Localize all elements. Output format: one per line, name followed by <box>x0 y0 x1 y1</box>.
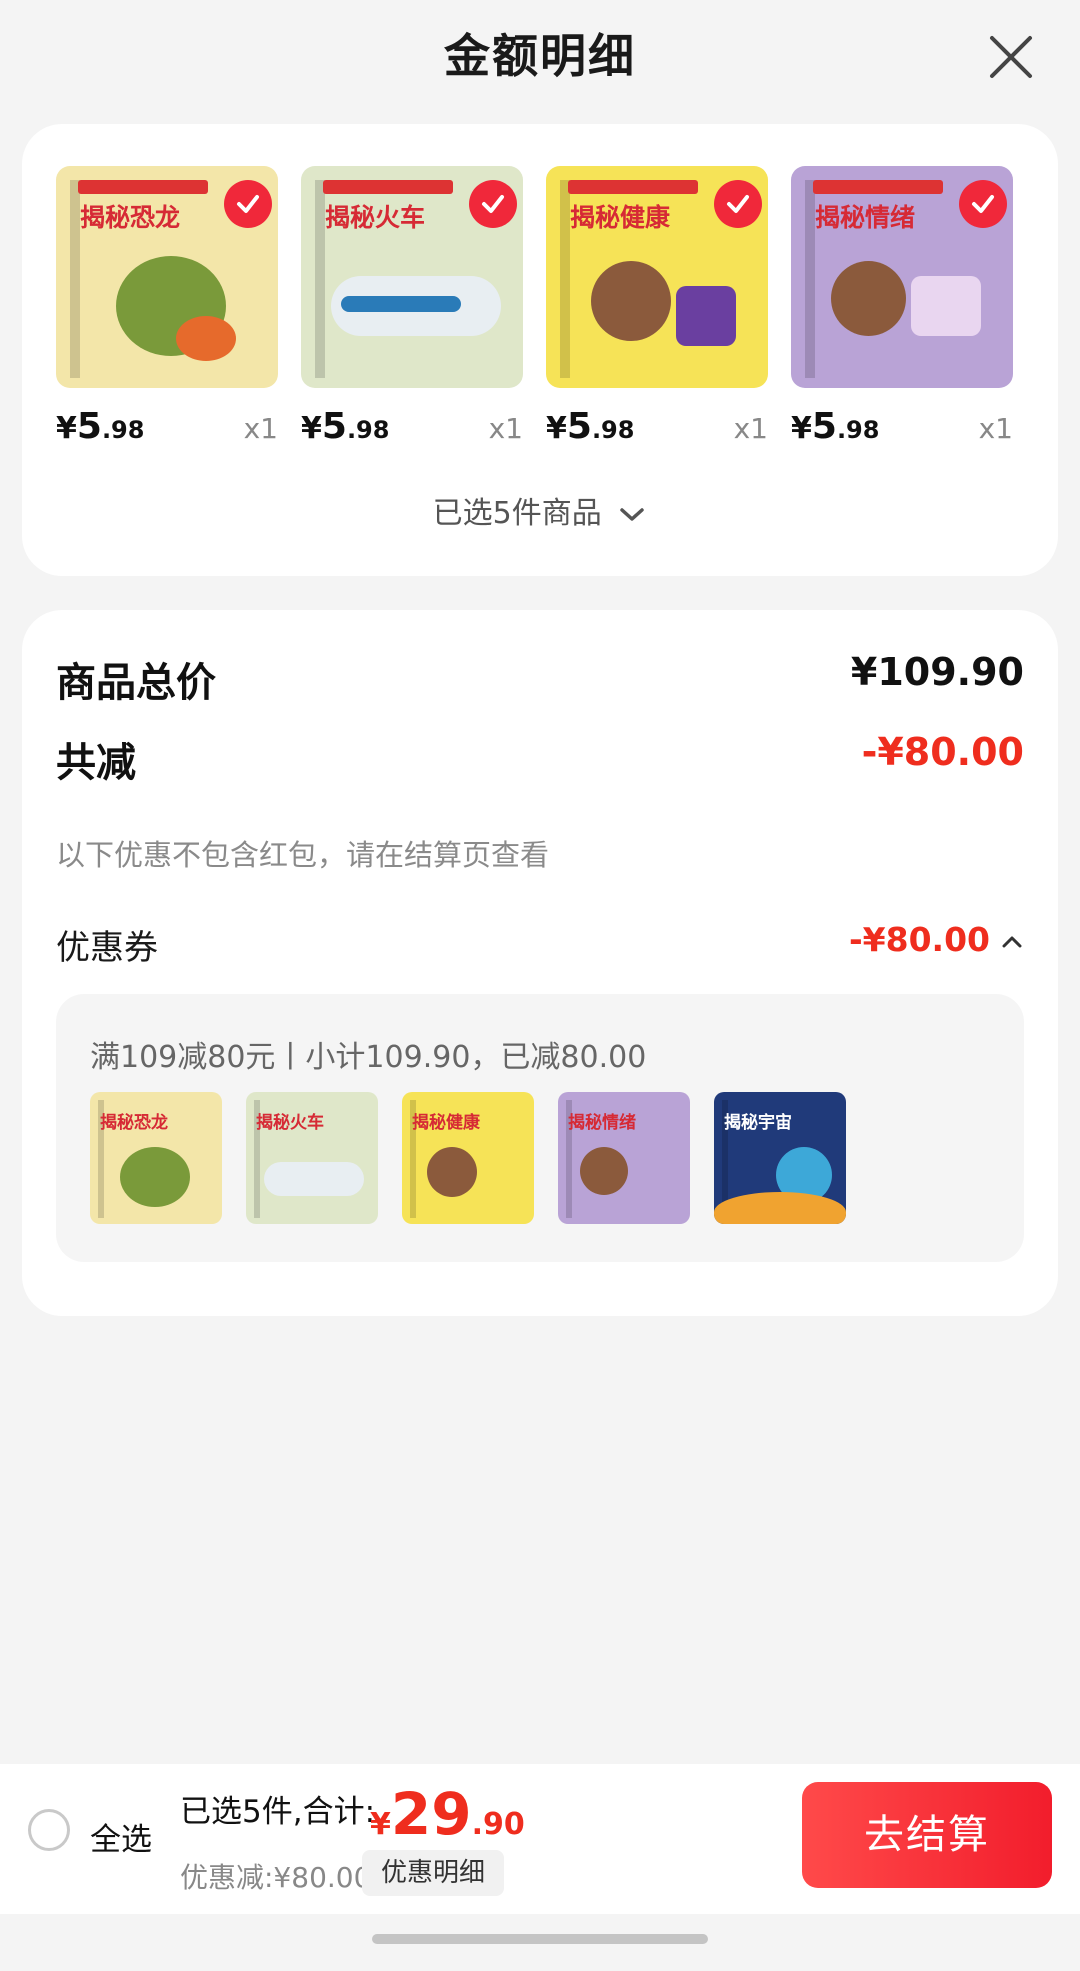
child-illustration <box>427 1147 477 1197</box>
train-illustration <box>264 1162 364 1196</box>
checkout-bar: 全选 已选5件,合计: ¥29.90 优惠减:¥80.00 优惠明细 去结算 <box>0 1764 1080 1914</box>
coupon-detail-panel: 满109减80元丨小计109.90，已减80.00 揭秘恐龙 揭秘火车 揭秘健康… <box>56 994 1024 1262</box>
total-price-label: 商品总价 <box>56 660 216 706</box>
reduce-label: 共减 <box>56 740 136 786</box>
child-illustration <box>591 261 671 341</box>
book-band <box>568 180 698 194</box>
chevron-up-icon[interactable] <box>1000 930 1024 954</box>
coupon-book-thumb: 揭秘情绪 <box>558 1092 690 1224</box>
book-spine <box>560 180 570 378</box>
product-cover: 揭秘情绪 <box>791 166 1013 388</box>
product-qty: x1 <box>733 412 768 445</box>
product-cover-title: 揭秘健康 <box>570 203 671 232</box>
checked-icon[interactable] <box>959 180 1007 228</box>
product-cover-title: 揭秘恐龙 <box>80 203 181 232</box>
total-price-value: ¥109.90 <box>850 650 1024 694</box>
reduce-value: -¥80.00 <box>861 730 1024 774</box>
product-qty: x1 <box>488 412 523 445</box>
selected-count-label: 已选5件商品 <box>432 496 602 531</box>
page-title: 金额明细 <box>444 29 636 83</box>
product-item[interactable]: 揭秘健康 ¥5.98 x1 <box>546 166 768 447</box>
product-item[interactable]: 揭秘恐龙 ¥5.98 x1 <box>56 166 278 447</box>
coupon-book-title: 揭秘恐龙 <box>100 1113 168 1133</box>
book-band <box>78 180 208 194</box>
book-band <box>813 180 943 194</box>
coupon-book-title: 揭秘宇宙 <box>724 1113 792 1133</box>
coupon-book-title: 揭秘火车 <box>256 1113 324 1133</box>
coupon-book-thumb: 揭秘恐龙 <box>90 1092 222 1224</box>
product-cover: 揭秘恐龙 <box>56 166 278 388</box>
discount-amount: 优惠减:¥80.00 <box>180 1861 372 1894</box>
card-illustration <box>676 286 736 346</box>
product-cover-title: 揭秘情绪 <box>815 203 916 232</box>
close-icon[interactable] <box>984 30 1038 84</box>
product-item[interactable]: 揭秘情绪 ¥5.98 x1 <box>791 166 1013 447</box>
product-price: ¥5.98 <box>791 406 880 447</box>
coupon-value[interactable]: -¥80.00 <box>849 920 990 959</box>
child-illustration <box>580 1147 628 1195</box>
book-spine <box>70 180 80 378</box>
discount-detail-button[interactable]: 优惠明细 <box>362 1850 504 1896</box>
coupon-book-title: 揭秘情绪 <box>568 1113 636 1133</box>
product-qty: x1 <box>978 412 1013 445</box>
product-item[interactable]: 揭秘火车 ¥5.98 x1 <box>301 166 523 447</box>
checked-icon[interactable] <box>469 180 517 228</box>
train-illustration <box>341 296 461 312</box>
planet-illustration <box>714 1192 846 1224</box>
product-qty: x1 <box>243 412 278 445</box>
price-summary-card: 商品总价 ¥109.90 共减 -¥80.00 以下优惠不包含红包，请在结算页查… <box>22 610 1058 1316</box>
coupon-book-title: 揭秘健康 <box>412 1113 480 1133</box>
checked-icon[interactable] <box>714 180 762 228</box>
product-price: ¥5.98 <box>546 406 635 447</box>
dinosaur-illustration <box>176 316 236 361</box>
coupon-label: 优惠券 <box>56 928 158 968</box>
select-all-radio[interactable] <box>28 1809 70 1851</box>
product-cover: 揭秘火车 <box>301 166 523 388</box>
coupon-detail-desc: 满109减80元丨小计109.90，已减80.00 <box>90 1040 647 1075</box>
coupon-book-thumb: 揭秘宇宙 <box>714 1092 846 1224</box>
coupon-book-thumb: 揭秘火车 <box>246 1092 378 1224</box>
product-cover-title: 揭秘火车 <box>325 203 426 232</box>
coupon-book-thumb: 揭秘健康 <box>402 1092 534 1224</box>
card-illustration <box>911 276 981 336</box>
product-cover: 揭秘健康 <box>546 166 768 388</box>
book-band <box>323 180 453 194</box>
selection-summary: 已选5件,合计: <box>180 1794 376 1830</box>
chevron-down-icon <box>620 507 645 521</box>
discount-note: 以下优惠不包含红包，请在结算页查看 <box>56 838 550 872</box>
select-all-label[interactable]: 全选 <box>90 1814 152 1859</box>
home-indicator[interactable] <box>372 1934 708 1944</box>
checked-icon[interactable] <box>224 180 272 228</box>
dinosaur-illustration <box>120 1147 190 1207</box>
checkout-button[interactable]: 去结算 <box>802 1782 1052 1888</box>
total-amount: ¥29.90 <box>370 1780 525 1848</box>
product-price: ¥5.98 <box>301 406 390 447</box>
book-spine <box>805 180 815 378</box>
header: 金额明细 <box>0 0 1080 116</box>
selected-count-toggle[interactable]: 已选5件商品 <box>22 488 1058 532</box>
product-price: ¥5.98 <box>56 406 145 447</box>
book-spine <box>315 180 325 378</box>
selected-products-card: 揭秘恐龙 ¥5.98 x1 揭秘火车 ¥5.98 x1 揭秘健康 ¥5.98 x… <box>22 124 1058 576</box>
child-illustration <box>831 261 906 336</box>
